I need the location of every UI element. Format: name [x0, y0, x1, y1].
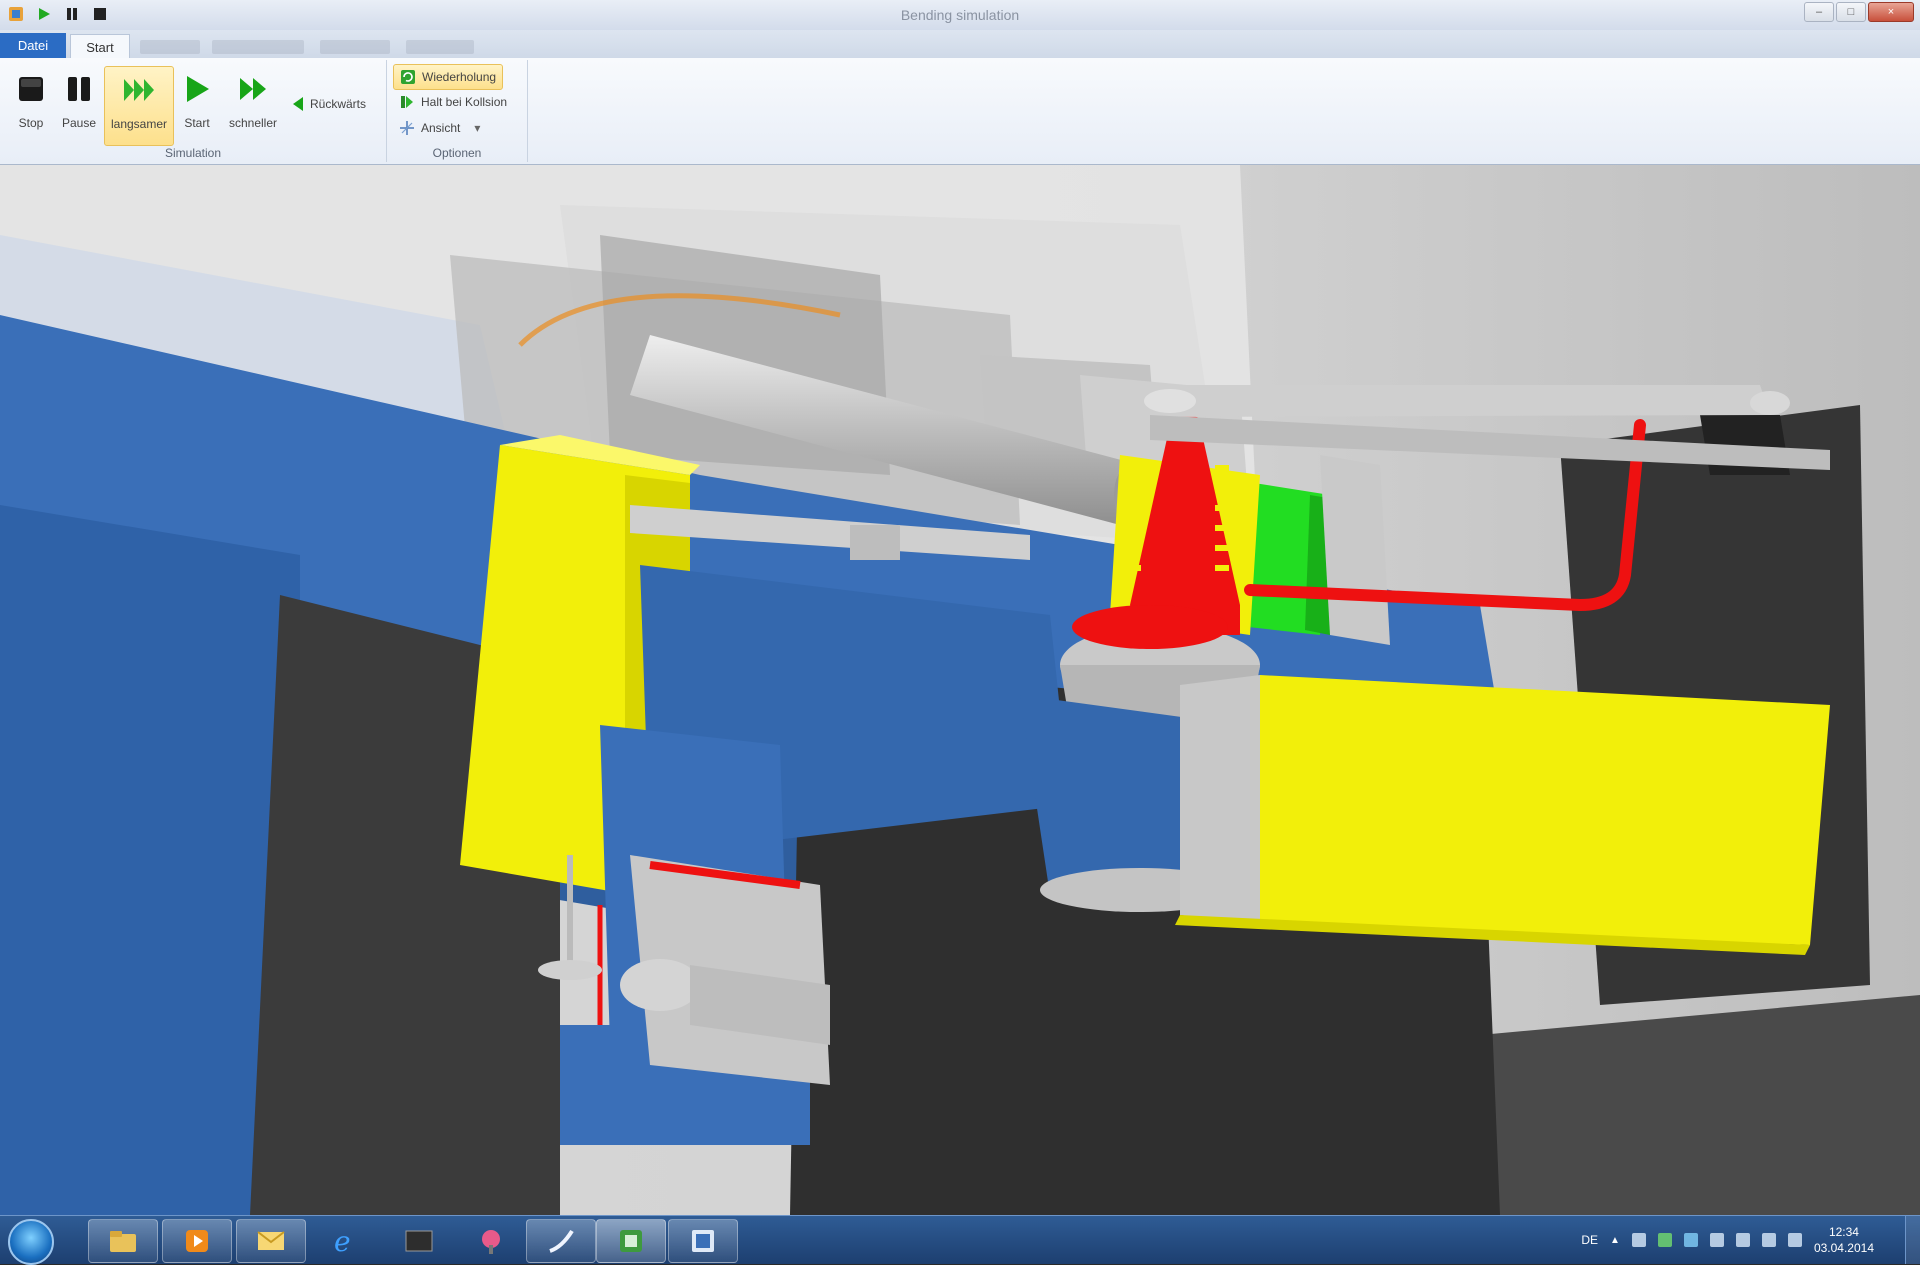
- start-button[interactable]: Start: [172, 66, 222, 144]
- arm-pivot: [1750, 391, 1790, 415]
- window-title: Bending simulation: [900, 7, 1020, 23]
- tray-expand-icon[interactable]: ▲: [1610, 1235, 1620, 1246]
- start-button[interactable]: [8, 1219, 54, 1265]
- halt-icon: [401, 96, 413, 108]
- clamp-die-holder: [1180, 675, 1260, 925]
- machine-side-panel: [0, 505, 300, 1215]
- printer-icon[interactable]: [1631, 1233, 1646, 1247]
- options-group: Wiederholung Halt bei Kollsion Ansicht ▾…: [387, 60, 528, 162]
- pause-button[interactable]: Pause: [54, 66, 104, 144]
- flag-icon[interactable]: [1735, 1233, 1750, 1247]
- language-indicator[interactable]: DE: [1581, 1233, 1598, 1247]
- internet-explorer-icon[interactable]: e: [310, 1219, 380, 1263]
- tab-placeholder: [406, 40, 474, 54]
- simulation-group-label: Simulation: [164, 146, 222, 160]
- slower-button[interactable]: langsamer: [104, 66, 174, 146]
- bend-die-base: [1072, 605, 1228, 649]
- repeat-icon: [401, 70, 415, 84]
- close-button[interactable]: ×: [1868, 2, 1914, 22]
- guide-pin-head: [538, 960, 602, 980]
- simulation-viewport[interactable]: [0, 165, 1920, 1215]
- ribbon: Stop Pause langsamer Start schneller Rüc…: [0, 58, 1920, 165]
- editor-icon[interactable]: [668, 1219, 738, 1263]
- play-icon: [180, 72, 214, 106]
- upper-arm: [1150, 385, 1770, 417]
- backward-icon: [293, 97, 303, 111]
- system-tray: DE ▲ 12:34 03.04.2014: [1581, 1216, 1920, 1264]
- maximize-button[interactable]: □: [1836, 2, 1866, 22]
- paint-icon[interactable]: [456, 1219, 526, 1263]
- clamp-die: [1260, 675, 1830, 945]
- backward-button[interactable]: Rückwärts: [286, 92, 372, 116]
- show-desktop-button[interactable]: [1905, 1216, 1920, 1264]
- monitor-icon[interactable]: [1709, 1233, 1724, 1247]
- simulation-group: Stop Pause langsamer Start schneller Rüc…: [0, 60, 387, 162]
- cloud-icon[interactable]: [1683, 1233, 1698, 1247]
- outlook-icon[interactable]: [236, 1219, 306, 1263]
- pause-icon: [62, 72, 96, 106]
- stop-icon: [14, 72, 48, 106]
- clock-time: 12:34: [1828, 1225, 1859, 1239]
- window-controls: – □ ×: [1804, 2, 1914, 22]
- system-clock[interactable]: 12:34 03.04.2014: [1814, 1224, 1874, 1256]
- volume-icon[interactable]: [1787, 1233, 1802, 1247]
- slower-icon: [122, 73, 156, 107]
- bending-machine-scene: [0, 165, 1920, 1215]
- svg-text:e: e: [334, 1226, 351, 1256]
- view-dropdown[interactable]: Ansicht ▾: [393, 116, 486, 140]
- arm-pivot: [1144, 389, 1196, 413]
- tab-placeholder: [212, 40, 304, 54]
- faster-button[interactable]: schneller: [226, 66, 280, 144]
- clock-date: 03.04.2014: [1813, 1241, 1874, 1255]
- tab-placeholder: [320, 40, 390, 54]
- ribbon-tab-bar: Datei Start: [0, 30, 1920, 59]
- title-bar: Bending simulation – □ ×: [0, 0, 1920, 30]
- tab-datei[interactable]: Datei: [0, 33, 66, 58]
- network-sync-icon[interactable]: [1657, 1233, 1672, 1247]
- tab-placeholder: [140, 40, 200, 54]
- media-player-icon[interactable]: [162, 1219, 232, 1263]
- halt-on-collision-toggle[interactable]: Halt bei Kollsion: [393, 90, 513, 114]
- chevron-down-icon: ▾: [474, 121, 481, 135]
- stop-button[interactable]: Stop: [6, 66, 56, 144]
- minimize-button[interactable]: –: [1804, 2, 1834, 22]
- view-icon: [400, 121, 414, 135]
- repeat-toggle[interactable]: Wiederholung: [393, 64, 504, 90]
- linkage-joint: [850, 525, 900, 560]
- app-swoosh-icon[interactable]: [526, 1219, 596, 1263]
- terminal-icon[interactable]: [384, 1219, 454, 1263]
- windows-taskbar: e DE ▲ 12:34 03.04.2014: [0, 1215, 1920, 1265]
- explorer-icon[interactable]: [88, 1219, 158, 1263]
- network-icon[interactable]: [1761, 1233, 1776, 1247]
- wiper-block: [1320, 455, 1390, 645]
- faster-icon: [236, 72, 270, 106]
- tab-start[interactable]: Start: [70, 34, 130, 59]
- bending-app-icon[interactable]: [596, 1219, 666, 1263]
- cylinder-cap: [620, 959, 700, 1011]
- options-group-label: Optionen: [432, 146, 482, 160]
